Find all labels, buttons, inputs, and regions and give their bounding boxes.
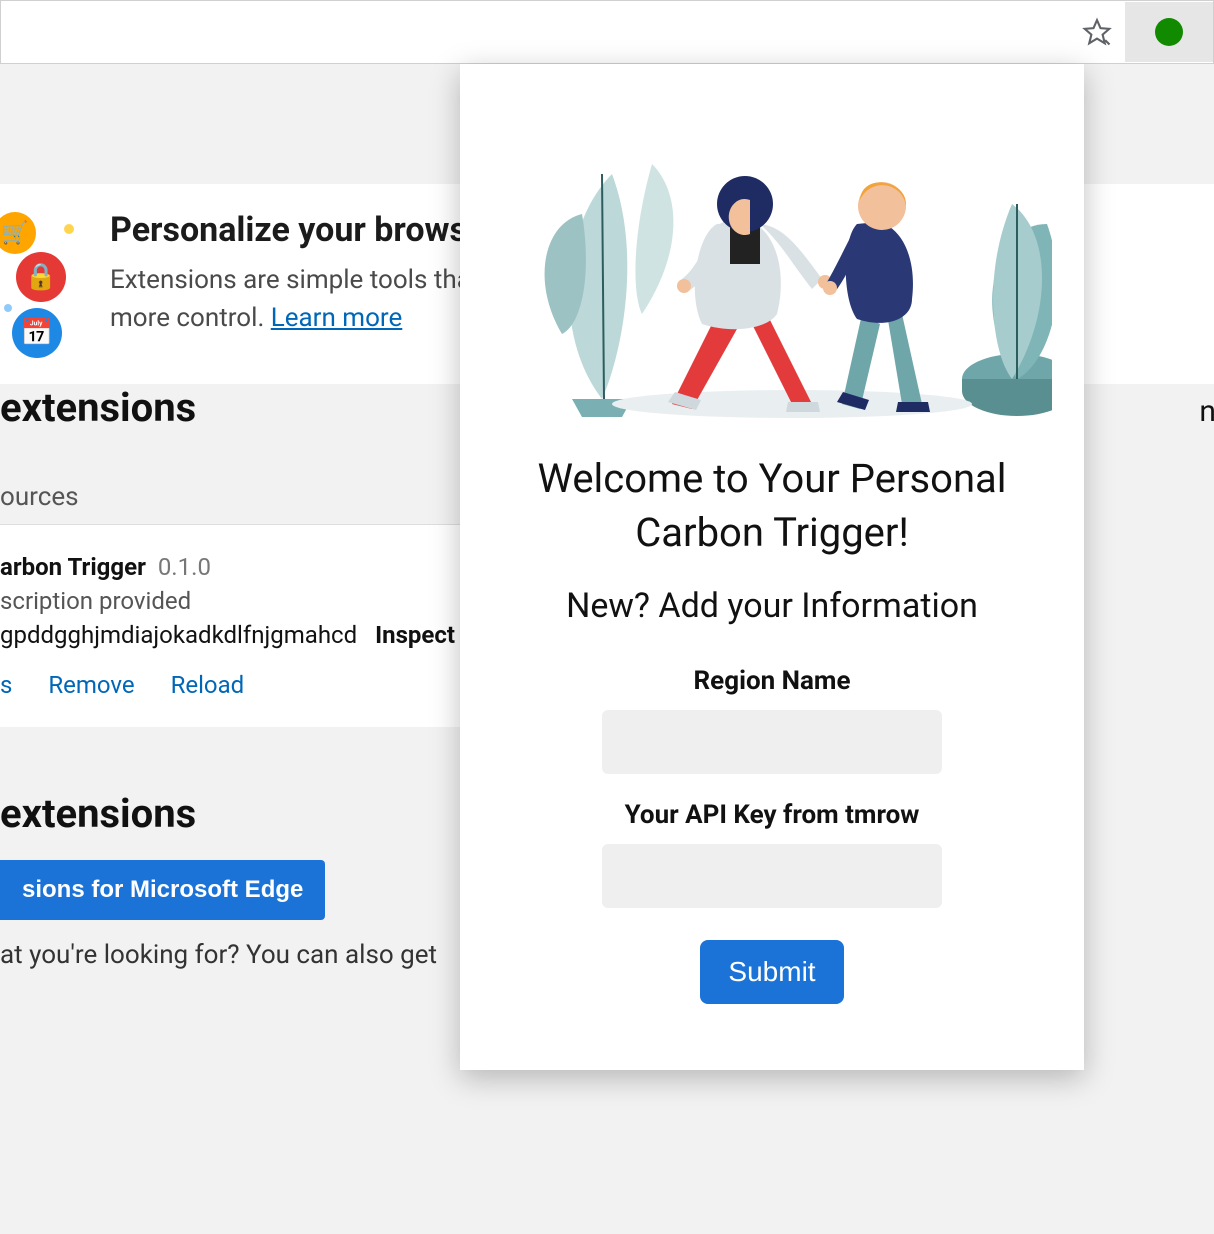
lower-description: at you're looking for? You can also get [0,940,437,970]
api-key-label: Your API Key from tmrow [625,800,920,830]
calendar-icon: 📅 [12,308,62,358]
banner-decorative-icons: 🛒 🔒 📅 [0,204,110,374]
bookmark-star-button[interactable] [1069,2,1125,62]
api-key-input[interactable] [602,844,942,908]
banner-description: Extensions are simple tools tha more con… [110,262,498,337]
get-extensions-edge-button[interactable]: sions for Microsoft Edge [0,860,325,920]
cart-icon: 🛒 [0,212,36,254]
remove-link[interactable]: Remove [48,671,134,699]
star-icon [1082,17,1112,47]
profile-button[interactable] [1125,2,1213,62]
lock-icon: 🔒 [16,252,66,302]
find-extensions-heading: extensions [0,790,196,837]
extension-popup: Welcome to Your Personal Carbon Trigger!… [460,64,1084,1070]
extension-card: arbon Trigger 0.1.0 scription provided g… [0,524,500,727]
region-name-input[interactable] [602,710,942,774]
learn-more-link[interactable]: Learn more [271,303,403,333]
details-link[interactable]: s [0,671,12,699]
popup-title: Welcome to Your Personal Carbon Trigger! [496,452,1048,560]
submit-button[interactable]: Submit [700,940,843,1004]
right-edge-text-fragment: n [1199,394,1214,429]
reload-link[interactable]: Reload [171,671,245,699]
extension-description: scription provided [0,587,492,615]
profile-avatar-icon [1155,18,1183,46]
extension-name: arbon Trigger [0,553,146,581]
popup-subtitle: New? Add your Information [566,586,978,626]
browser-toolbar [0,0,1214,64]
address-bar-region[interactable] [1,1,1069,63]
welcome-illustration [492,104,1052,424]
extension-id: gpddgghjmdiajokadkdlfnjgmahcd [0,621,357,649]
extension-version: 0.1.0 [158,553,211,581]
banner-title: Personalize your browser [110,210,498,250]
installed-extensions-heading: extensions [0,384,196,431]
sources-label: ources [0,482,79,512]
region-name-label: Region Name [694,666,851,696]
